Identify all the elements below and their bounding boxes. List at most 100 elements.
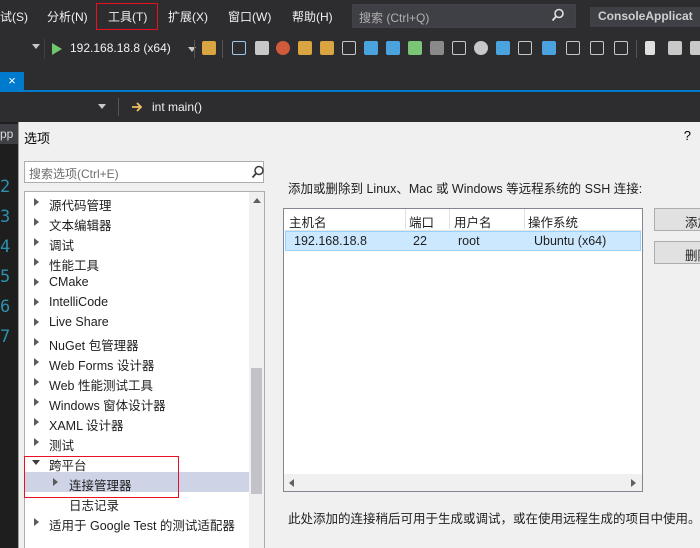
tree-item-windows-forms[interactable]: Windows 窗体设计器 [25, 392, 249, 413]
tree-item-source-control[interactable]: 源代码管理 [25, 192, 249, 213]
expand-arrow-icon [34, 518, 39, 526]
tree-scrollbar[interactable] [249, 192, 264, 548]
options-search-input[interactable]: 搜索选项(Ctrl+E) [24, 161, 264, 183]
dialog-title: 选项 [24, 131, 51, 146]
tree-item-test[interactable]: 测试 [25, 432, 249, 453]
panel-icon[interactable] [590, 41, 604, 55]
window-icon[interactable] [232, 41, 246, 55]
step-back-icon[interactable] [364, 41, 378, 55]
quick-launch-placeholder: 搜索 (Ctrl+Q) [359, 11, 430, 25]
expand-arrow-icon [34, 438, 39, 446]
tree-item-intellicode[interactable]: IntelliCode [25, 292, 249, 312]
tree-item-cmake[interactable]: CMake [25, 272, 249, 292]
platform-dropdown[interactable] [0, 39, 45, 59]
run-target-label: 192.168.18.8 (x64) [70, 41, 171, 55]
line-number: 7 [0, 327, 11, 347]
solution-explorer-tab[interactable]: pp [0, 124, 18, 144]
column-os[interactable]: 操作系统 [528, 212, 578, 231]
tree-item-live-share[interactable]: Live Share [25, 312, 249, 332]
bookmark-icon[interactable] [342, 41, 356, 55]
app-title: ConsoleApplicat [590, 7, 700, 27]
menu-window[interactable]: 窗口(W) [228, 8, 271, 25]
toolbar-separator [222, 40, 223, 58]
column-separator [405, 209, 406, 229]
connection-list[interactable]: 主机名 端口 用户名 操作系统 192.168.18.8 22 root Ubu… [283, 208, 643, 492]
tree-item-performance-tools[interactable]: 性能工具 [25, 252, 249, 273]
expand-arrow-icon [34, 318, 39, 326]
tree-item-xaml[interactable]: XAML 设计器 [25, 412, 249, 433]
add-button[interactable]: 添加 [654, 208, 700, 231]
run-button[interactable]: 192.168.18.8 (x64) [52, 40, 202, 58]
grid-icon[interactable] [566, 41, 580, 55]
bookmark-next-icon[interactable] [668, 41, 682, 55]
attach-icon[interactable] [202, 41, 216, 55]
chevron-down-icon[interactable] [98, 104, 106, 109]
find-icon[interactable] [320, 41, 334, 55]
scroll-up-icon[interactable] [253, 198, 261, 203]
step-forward-icon[interactable] [386, 41, 400, 55]
chevron-down-icon [32, 44, 40, 49]
close-tab-icon[interactable]: × [0, 72, 24, 90]
tree-item-debugging[interactable]: 调试 [25, 232, 249, 253]
cell-os: Ubuntu (x64) [534, 234, 607, 248]
expand-arrow-icon [34, 278, 39, 286]
remove-button[interactable]: 删除 [654, 241, 700, 264]
options-search-placeholder: 搜索选项(Ctrl+E) [29, 167, 119, 181]
arrow-icon[interactable] [496, 41, 510, 55]
column-user[interactable]: 用户名 [454, 212, 492, 231]
toolbar-separator [636, 40, 637, 58]
tree-scroll-thumb[interactable] [251, 368, 262, 494]
connection-list-header: 主机名 端口 用户名 操作系统 [284, 209, 642, 231]
tree-item-google-test[interactable]: 适用于 Google Test 的测试适配器 [25, 512, 249, 533]
tree-item-label: 适用于 Google Test 的测试适配器 [49, 519, 235, 533]
menu-help[interactable]: 帮助(H) [292, 8, 333, 25]
toolbar: 192.168.18.8 (x64) [0, 34, 700, 64]
breakpoint-icon[interactable] [276, 41, 290, 55]
menu-extensions[interactable]: 扩展(X) [168, 8, 208, 25]
bookmark-clear-icon[interactable] [690, 41, 700, 55]
circle-icon[interactable] [474, 41, 488, 55]
expand-arrow-icon [34, 378, 39, 386]
expand-arrow-icon [34, 298, 39, 306]
expand-arrow-icon [34, 198, 39, 206]
quick-launch-search[interactable]: 搜索 (Ctrl+Q) [352, 4, 576, 28]
column-port[interactable]: 端口 [409, 212, 434, 231]
search-icon [251, 165, 265, 182]
function-dropdown[interactable]: int main() [152, 100, 202, 114]
tools-menu-highlight [96, 3, 158, 30]
tree-item-web-perf[interactable]: Web 性能测试工具 [25, 372, 249, 393]
menu-test[interactable]: 试(S) [0, 8, 28, 25]
spell-icon[interactable] [430, 41, 444, 55]
cell-port: 22 [413, 234, 427, 248]
expand-arrow-icon [34, 258, 39, 266]
tile-icon[interactable] [542, 41, 556, 55]
format-icon[interactable] [255, 41, 269, 55]
check-icon[interactable] [408, 41, 422, 55]
layout-icon[interactable] [518, 41, 532, 55]
tree-item-web-forms[interactable]: Web Forms 设计器 [25, 352, 249, 373]
line-number: 5 [0, 267, 11, 287]
menu-bar: 试(S) 分析(N) 工具(T) 扩展(X) 窗口(W) 帮助(H) 搜索 (C… [0, 0, 700, 34]
connection-row[interactable]: 192.168.18.8 22 root Ubuntu (x64) [285, 231, 641, 251]
navigation-bar: int main() [0, 92, 700, 122]
copy-icon[interactable] [452, 41, 466, 55]
connection-list-hscrollbar[interactable] [284, 474, 642, 491]
expand-arrow-icon [34, 218, 39, 226]
toolbar-separator [194, 40, 195, 58]
scroll-right-icon[interactable] [631, 479, 636, 487]
split-icon[interactable] [614, 41, 628, 55]
tree-item-text-editor[interactable]: 文本编辑器 [25, 212, 249, 233]
menu-analyze[interactable]: 分析(N) [47, 8, 88, 25]
flag-icon[interactable] [645, 41, 655, 55]
expand-arrow-icon [34, 418, 39, 426]
tree-item-label: CMake [49, 275, 89, 289]
folder-icon[interactable] [298, 41, 312, 55]
column-separator [449, 209, 450, 229]
scroll-left-icon[interactable] [289, 479, 294, 487]
help-button[interactable]: ? [684, 128, 691, 143]
connection-note: 此处添加的连接稍后可用于生成或调试，或在使用远程生成的项目中使用。 [288, 512, 700, 526]
column-host[interactable]: 主机名 [289, 212, 327, 231]
tree-item-nuget[interactable]: NuGet 包管理器 [25, 332, 249, 353]
editor-gutter: pp 2 3 4 5 6 7 [0, 122, 18, 548]
line-number: 4 [0, 237, 11, 257]
